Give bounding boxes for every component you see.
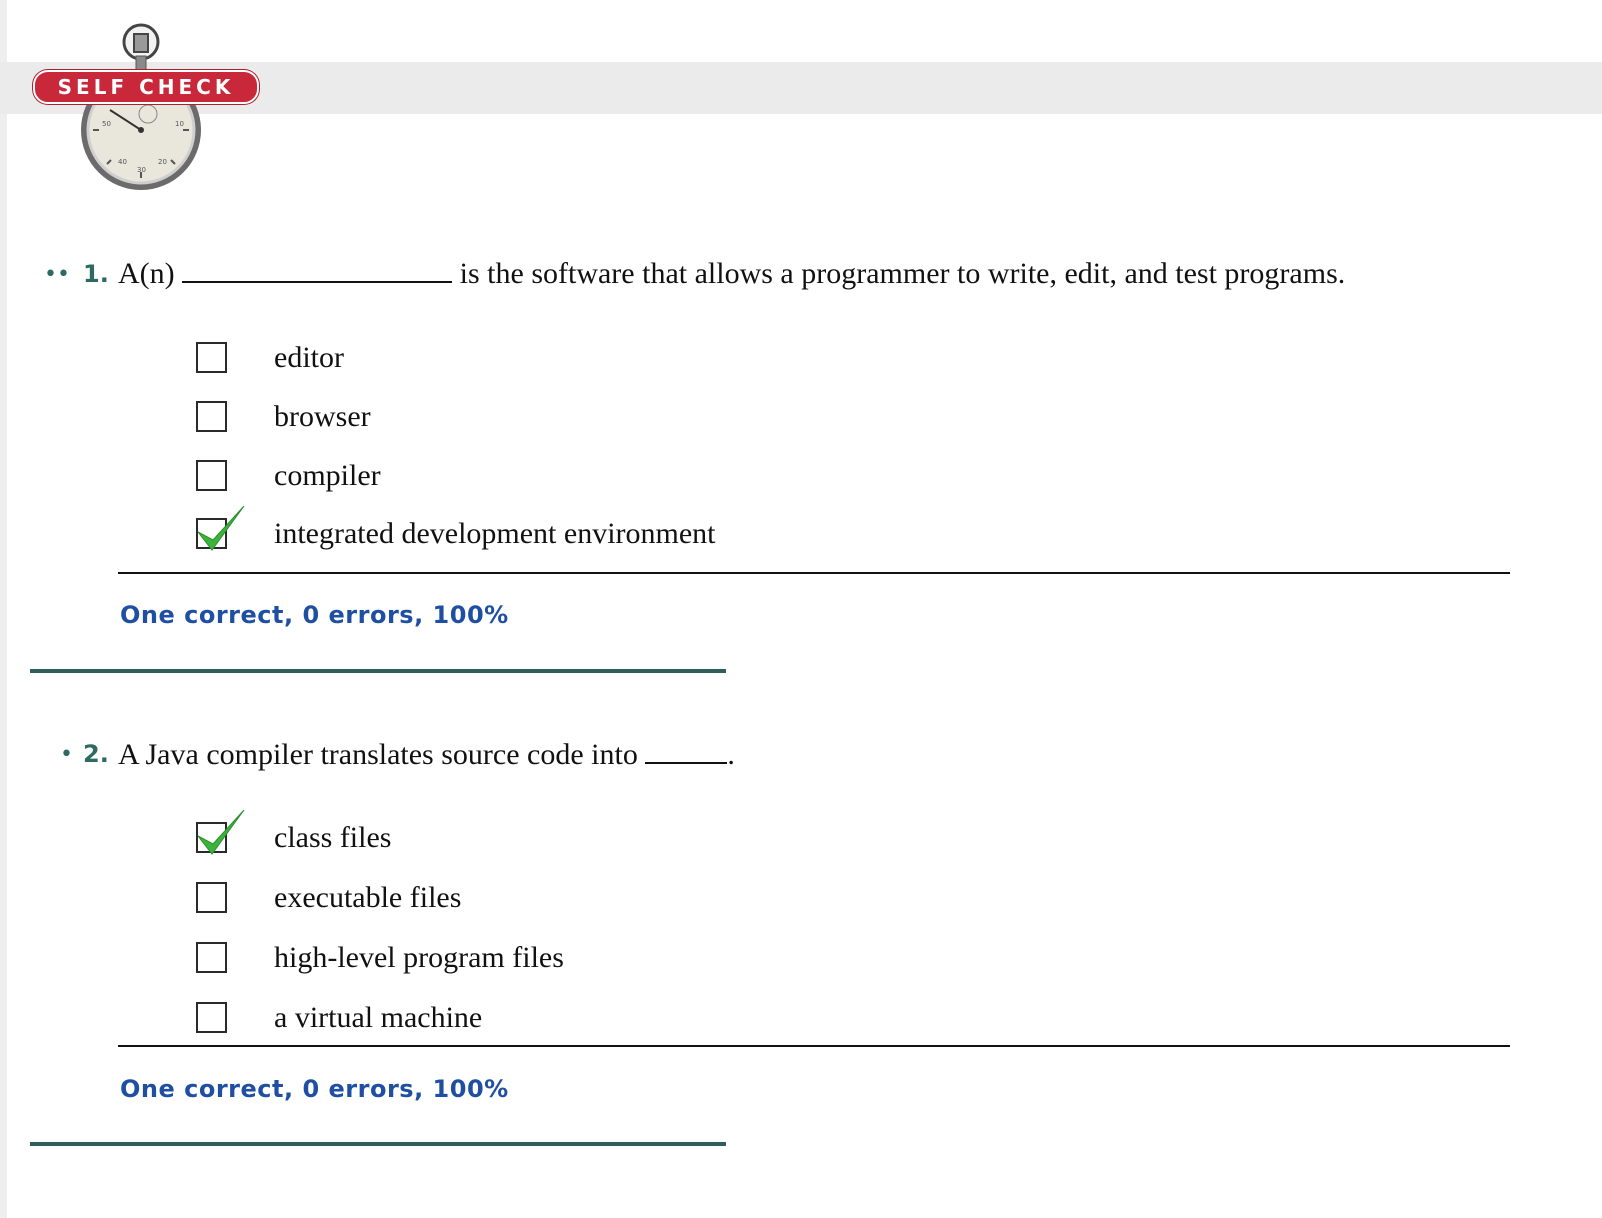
option-checkbox[interactable] [196,342,227,373]
result-text: One correct, 0 errors, 100% [120,601,509,629]
answer-blank [182,257,453,283]
question-text-after: . [727,738,735,771]
option-checkbox[interactable] [196,1002,227,1033]
option-label: a virtual machine [274,1001,483,1034]
option-label: high-level program files [274,941,564,974]
question-separator [30,1142,726,1146]
options-divider [118,572,1510,574]
option-checkbox[interactable] [196,401,227,432]
option-label: executable files [274,881,462,914]
question-number: 2. [83,740,109,768]
page-left-border [0,0,7,1218]
question-text-before: A(n) [118,257,175,290]
difficulty-dots: •• [44,262,70,287]
answer-blank [645,738,728,764]
option-label: class files [274,821,392,854]
svg-text:40: 40 [118,158,127,166]
option-label: browser [274,400,371,433]
result-text: One correct, 0 errors, 100% [120,1075,509,1103]
option-checkbox[interactable] [196,460,227,491]
options-divider [118,1045,1510,1047]
self-check-badge: SELF CHECK [33,70,259,104]
option-label: editor [274,341,344,374]
option-label: integrated development environment [274,517,716,550]
question-text: A Java compiler translates source code i… [118,737,735,773]
option-checkbox[interactable] [196,882,227,913]
question-separator [30,669,726,673]
svg-text:20: 20 [158,158,167,166]
green-checkmark-icon [197,809,245,855]
difficulty-dots: • [60,742,73,767]
question-text-after: is the software that allows a programmer… [459,257,1346,290]
question-number: 1. [83,260,109,288]
question-text: A(n) is the software that allows a progr… [118,256,1345,292]
option-label: compiler [274,459,381,492]
svg-text:50: 50 [102,120,111,128]
question-text-before: A Java compiler translates source code i… [118,738,638,771]
svg-text:10: 10 [175,120,184,128]
self-check-logo: 50 10 40 20 30 SELF CHECK [30,22,270,194]
stopwatch-icon: 50 10 40 20 30 [81,23,201,190]
svg-text:30: 30 [137,166,146,174]
green-checkmark-icon [197,505,245,551]
option-checkbox[interactable] [196,942,227,973]
